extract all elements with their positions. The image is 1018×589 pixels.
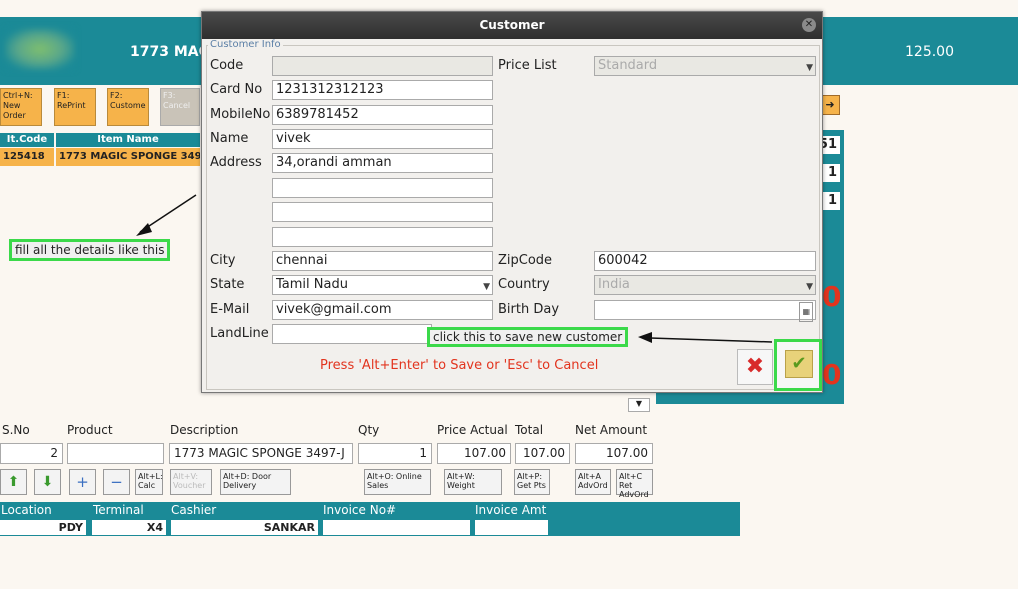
arrow-line-save xyxy=(649,337,773,343)
annotation-arrows xyxy=(136,194,773,343)
arrow-head-save xyxy=(638,332,652,343)
